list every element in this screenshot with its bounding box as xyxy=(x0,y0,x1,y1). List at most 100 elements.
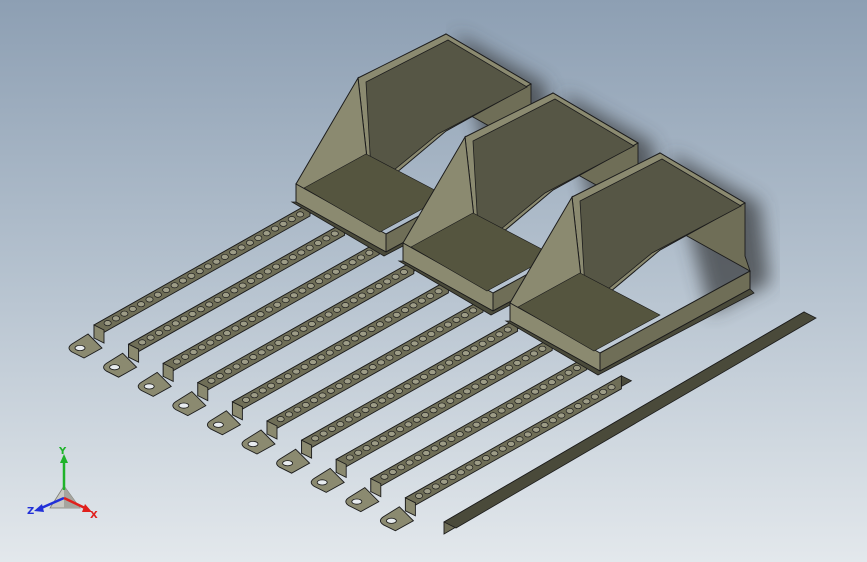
roller xyxy=(305,244,314,251)
roller xyxy=(417,297,426,304)
roller xyxy=(461,350,470,357)
roller xyxy=(274,339,283,346)
cad-viewport[interactable]: Y Z X xyxy=(0,0,867,562)
roller xyxy=(460,312,469,319)
roller xyxy=(170,282,179,289)
roller xyxy=(445,359,454,366)
roller xyxy=(538,345,547,352)
roller xyxy=(350,335,359,342)
roller xyxy=(377,359,386,366)
roller xyxy=(402,345,411,352)
roller xyxy=(422,450,431,457)
roller xyxy=(469,307,478,314)
roller xyxy=(340,264,349,270)
roller xyxy=(325,349,334,356)
roller xyxy=(334,344,343,351)
roller xyxy=(506,402,514,409)
roller xyxy=(479,378,488,385)
mounting-hole xyxy=(316,479,328,486)
roller xyxy=(397,464,406,471)
roller xyxy=(213,296,222,303)
roller xyxy=(258,387,267,394)
roller xyxy=(146,334,155,341)
roller xyxy=(316,316,325,323)
roller xyxy=(455,431,464,438)
roller xyxy=(396,426,405,433)
roller xyxy=(181,353,190,360)
mounting-hole xyxy=(247,440,259,447)
roller xyxy=(387,430,396,437)
roller xyxy=(384,316,393,323)
roller xyxy=(248,316,257,322)
roller xyxy=(309,359,317,366)
roller xyxy=(503,326,512,333)
roller xyxy=(196,306,205,313)
roller xyxy=(367,326,376,332)
roller xyxy=(434,288,443,295)
roller xyxy=(464,426,473,433)
roller xyxy=(473,459,482,466)
roller xyxy=(369,402,378,409)
x-axis-label: X xyxy=(90,510,98,521)
mounting-hole xyxy=(212,421,224,428)
roller xyxy=(368,364,377,371)
roller xyxy=(523,431,532,438)
roller xyxy=(137,301,146,308)
roller xyxy=(515,436,524,443)
roller xyxy=(412,416,421,423)
roller xyxy=(410,340,419,347)
orientation-triad[interactable]: Y Z X xyxy=(24,446,114,526)
roller xyxy=(256,311,265,318)
roller xyxy=(288,254,297,261)
roller xyxy=(413,454,422,461)
mounting-hole xyxy=(351,498,363,505)
roller xyxy=(582,398,591,405)
roller xyxy=(440,478,449,485)
roller xyxy=(296,211,305,218)
roller xyxy=(359,330,368,337)
roller xyxy=(521,355,530,362)
roller xyxy=(446,397,455,404)
roller xyxy=(420,373,428,380)
roller xyxy=(290,292,298,299)
roller xyxy=(362,445,371,452)
roller xyxy=(411,378,420,385)
roller xyxy=(345,454,354,461)
roller xyxy=(431,483,440,490)
roller xyxy=(470,345,479,352)
roller xyxy=(232,363,241,370)
roller xyxy=(205,301,214,308)
roller xyxy=(318,392,327,399)
roller xyxy=(341,302,350,309)
roller xyxy=(436,364,445,371)
roller xyxy=(187,272,196,279)
mounting-hole xyxy=(109,364,120,371)
roller xyxy=(456,469,465,476)
roller xyxy=(282,335,291,342)
roller xyxy=(488,374,497,381)
roller xyxy=(380,473,389,480)
roller xyxy=(564,369,573,376)
roller xyxy=(383,278,392,285)
roller xyxy=(374,283,383,290)
roller xyxy=(360,368,369,375)
roller xyxy=(393,349,402,356)
roller xyxy=(366,287,375,294)
cad-model-scene[interactable] xyxy=(0,0,867,562)
roller xyxy=(207,377,216,384)
roller xyxy=(495,331,504,338)
roller xyxy=(285,411,293,418)
roller xyxy=(239,320,248,327)
roller xyxy=(342,340,351,347)
roller xyxy=(386,392,395,399)
roller xyxy=(263,268,272,275)
roller xyxy=(206,339,215,346)
roller xyxy=(394,388,403,394)
roller xyxy=(357,254,365,261)
roller xyxy=(281,297,290,304)
roller xyxy=(376,321,384,328)
mounting-hole xyxy=(143,383,155,390)
roller xyxy=(300,363,309,370)
roller xyxy=(224,368,233,375)
roller xyxy=(430,445,439,452)
